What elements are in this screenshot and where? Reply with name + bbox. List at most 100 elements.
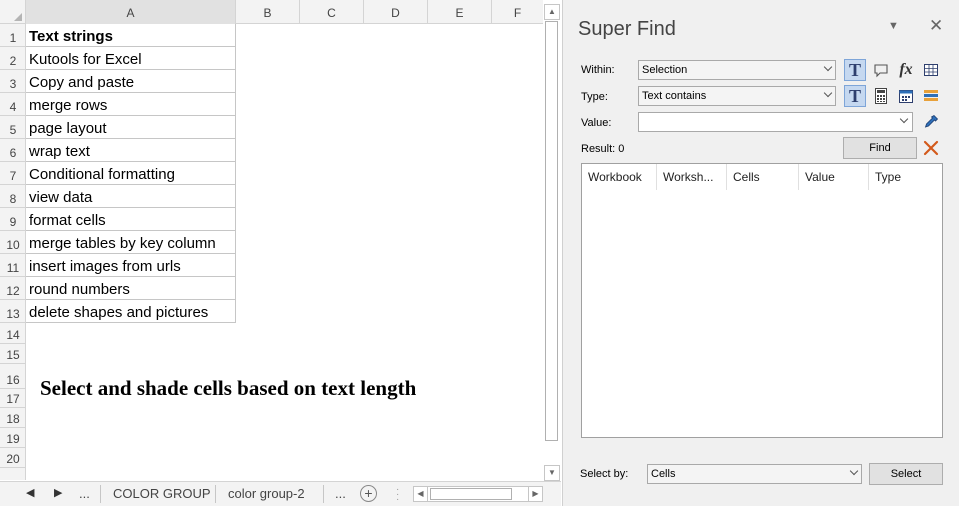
cell-a1[interactable]: Text strings <box>26 24 236 47</box>
within-value: Selection <box>642 64 688 76</box>
row-header[interactable]: 4 <box>0 93 26 116</box>
value-input[interactable] <box>638 112 913 132</box>
scroll-up-icon[interactable]: ▲ <box>544 4 560 20</box>
eyedropper-icon[interactable] <box>920 111 942 133</box>
close-icon[interactable]: ✕ <box>929 16 943 36</box>
value-label: Value: <box>581 117 612 129</box>
row-header[interactable]: 9 <box>0 208 26 231</box>
banner-text: Select and shade cells based on text len… <box>40 376 417 400</box>
row-header[interactable]: 11 <box>0 254 26 277</box>
calculator-icon[interactable] <box>870 85 892 107</box>
text-value-icon[interactable]: T <box>844 85 866 107</box>
select-all-corner[interactable] <box>0 0 26 24</box>
format-table-icon[interactable] <box>920 85 942 107</box>
within-dropdown[interactable]: Selection <box>638 60 836 80</box>
column-header-f[interactable]: F <box>492 0 543 24</box>
cell-a3[interactable]: Copy and paste <box>26 70 236 93</box>
pane-title: Super Find <box>578 18 676 40</box>
column-header-a[interactable]: A <box>26 0 236 24</box>
select-by-value: Cells <box>651 468 676 480</box>
scroll-down-icon[interactable]: ▼ <box>544 465 560 481</box>
cell-a9[interactable]: format cells <box>26 208 236 231</box>
hyperlink-cell-icon[interactable] <box>920 59 942 81</box>
row-header[interactable]: 3 <box>0 70 26 93</box>
row-header[interactable]: 2 <box>0 47 26 70</box>
cell-a7[interactable]: Conditional formatting <box>26 162 236 185</box>
tab-divider <box>100 485 101 503</box>
results-col-type[interactable]: Type <box>869 164 942 190</box>
column-header-e[interactable]: E <box>428 0 492 24</box>
cell-grid: Text strings Kutools for Excel Copy and … <box>26 24 543 480</box>
row-header[interactable]: 13 <box>0 300 26 323</box>
add-sheet-icon[interactable]: + <box>360 485 377 502</box>
chevron-down-icon <box>899 114 909 124</box>
tab-divider <box>215 485 216 503</box>
cell-a10[interactable]: merge tables by key column <box>26 231 236 254</box>
calendar-icon[interactable] <box>895 85 917 107</box>
row-header[interactable]: 15 <box>0 344 26 364</box>
column-header-d[interactable]: D <box>364 0 428 24</box>
type-dropdown[interactable]: Text contains <box>638 86 836 106</box>
row-header[interactable]: 17 <box>0 389 26 408</box>
row-header[interactable]: 8 <box>0 185 26 208</box>
column-header-bar: A B C D E F <box>0 0 543 24</box>
row-header[interactable]: 7 <box>0 162 26 185</box>
tab-ellipsis-left[interactable]: ... <box>79 486 90 501</box>
select-button[interactable]: Select <box>869 463 943 485</box>
select-by-dropdown[interactable]: Cells <box>647 464 862 484</box>
clear-results-icon[interactable] <box>920 137 942 159</box>
super-find-pane: Super Find ▼ ✕ Within: Selection T fx Ty… <box>562 0 959 506</box>
horizontal-scrollbar[interactable]: ◀ ▶ <box>413 486 543 502</box>
results-col-cells[interactable]: Cells <box>727 164 799 190</box>
horizontal-scroll-thumb[interactable] <box>430 488 512 500</box>
results-col-worksheet[interactable]: Worksh... <box>657 164 727 190</box>
type-value: Text contains <box>642 90 707 102</box>
chevron-down-icon <box>823 62 833 72</box>
text-type-icon[interactable]: T <box>844 59 866 81</box>
tab-next-icon[interactable]: ▶ <box>54 486 62 499</box>
cell-a8[interactable]: view data <box>26 185 236 208</box>
row-header[interactable]: 6 <box>0 139 26 162</box>
row-header[interactable]: 10 <box>0 231 26 254</box>
tab-color-group[interactable]: COLOR GROUP <box>113 486 211 501</box>
result-count: Result: 0 <box>581 143 625 155</box>
column-header-b[interactable]: B <box>236 0 300 24</box>
results-col-value[interactable]: Value <box>799 164 869 190</box>
row-header[interactable]: 14 <box>0 323 26 344</box>
comment-icon[interactable] <box>870 59 892 81</box>
row-header-bar: 1 2 3 4 5 6 7 8 9 10 11 12 13 14 15 16 1… <box>0 24 26 480</box>
chevron-down-icon <box>849 466 859 476</box>
results-col-workbook[interactable]: Workbook <box>582 164 657 190</box>
column-header-c[interactable]: C <box>300 0 364 24</box>
cell-a5[interactable]: page layout <box>26 116 236 139</box>
row-header[interactable]: 19 <box>0 428 26 448</box>
row-header[interactable]: 12 <box>0 277 26 300</box>
row-header[interactable]: 1 <box>0 24 26 47</box>
cell-a11[interactable]: insert images from urls <box>26 254 236 277</box>
row-header[interactable]: 5 <box>0 116 26 139</box>
scroll-left-icon[interactable]: ◀ <box>414 487 428 501</box>
vertical-scroll-thumb[interactable] <box>545 21 558 441</box>
tab-prev-icon[interactable]: ◀ <box>26 486 34 499</box>
select-by-label: Select by: <box>580 468 629 480</box>
row-header[interactable]: 18 <box>0 408 26 428</box>
pane-options-icon[interactable]: ▼ <box>888 20 899 32</box>
cell-a12[interactable]: round numbers <box>26 277 236 300</box>
split-handle-icon[interactable]: · · · <box>396 485 399 505</box>
cell-a13[interactable]: delete shapes and pictures <box>26 300 236 323</box>
sheet-tab-bar: ◀ ▶ ... COLOR GROUP color group-2 ... + … <box>0 481 561 506</box>
row-header[interactable]: 16 <box>0 364 26 389</box>
cell-a2[interactable]: Kutools for Excel <box>26 47 236 70</box>
tab-ellipsis-right[interactable]: ... <box>335 486 346 501</box>
tab-color-group-2[interactable]: color group-2 <box>228 486 305 501</box>
vertical-scrollbar[interactable]: ▲ ▼ <box>543 4 561 482</box>
formula-icon[interactable]: fx <box>895 59 917 81</box>
results-list[interactable]: Workbook Worksh... Cells Value Type <box>581 163 943 438</box>
within-label: Within: <box>581 64 615 76</box>
scroll-right-icon[interactable]: ▶ <box>528 487 542 501</box>
find-button[interactable]: Find <box>843 137 917 159</box>
row-header[interactable]: 20 <box>0 448 26 468</box>
spreadsheet: A B C D E F 1 2 3 4 5 6 7 8 9 10 11 12 1… <box>0 0 561 506</box>
cell-a6[interactable]: wrap text <box>26 139 236 162</box>
cell-a4[interactable]: merge rows <box>26 93 236 116</box>
